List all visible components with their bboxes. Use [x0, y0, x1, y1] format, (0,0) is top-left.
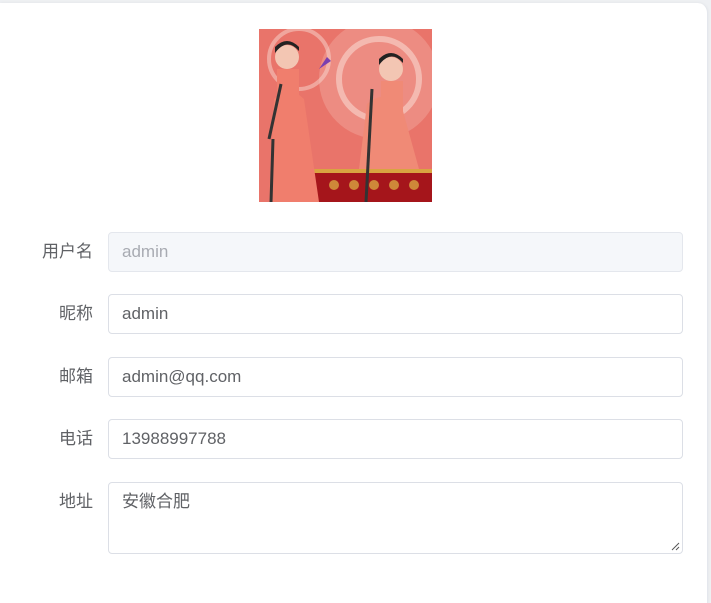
username-label: 用户名 [42, 242, 93, 262]
email-label: 邮箱 [59, 367, 93, 387]
email-input[interactable] [108, 357, 683, 397]
address-value: 安徽合肥 [122, 492, 190, 512]
avatar[interactable] [259, 29, 432, 202]
resize-handle-icon[interactable] [670, 541, 680, 551]
profile-card: 用户名 昵称 邮箱 电话 地址 安徽合肥 [0, 3, 708, 603]
phone-label: 电话 [59, 429, 93, 449]
nickname-label: 昵称 [59, 304, 93, 324]
phone-input[interactable] [108, 419, 683, 459]
avatar-image [259, 29, 432, 202]
address-label: 地址 [59, 492, 93, 512]
address-textarea[interactable]: 安徽合肥 [108, 482, 683, 554]
username-input[interactable] [108, 232, 683, 272]
nickname-input[interactable] [108, 294, 683, 334]
